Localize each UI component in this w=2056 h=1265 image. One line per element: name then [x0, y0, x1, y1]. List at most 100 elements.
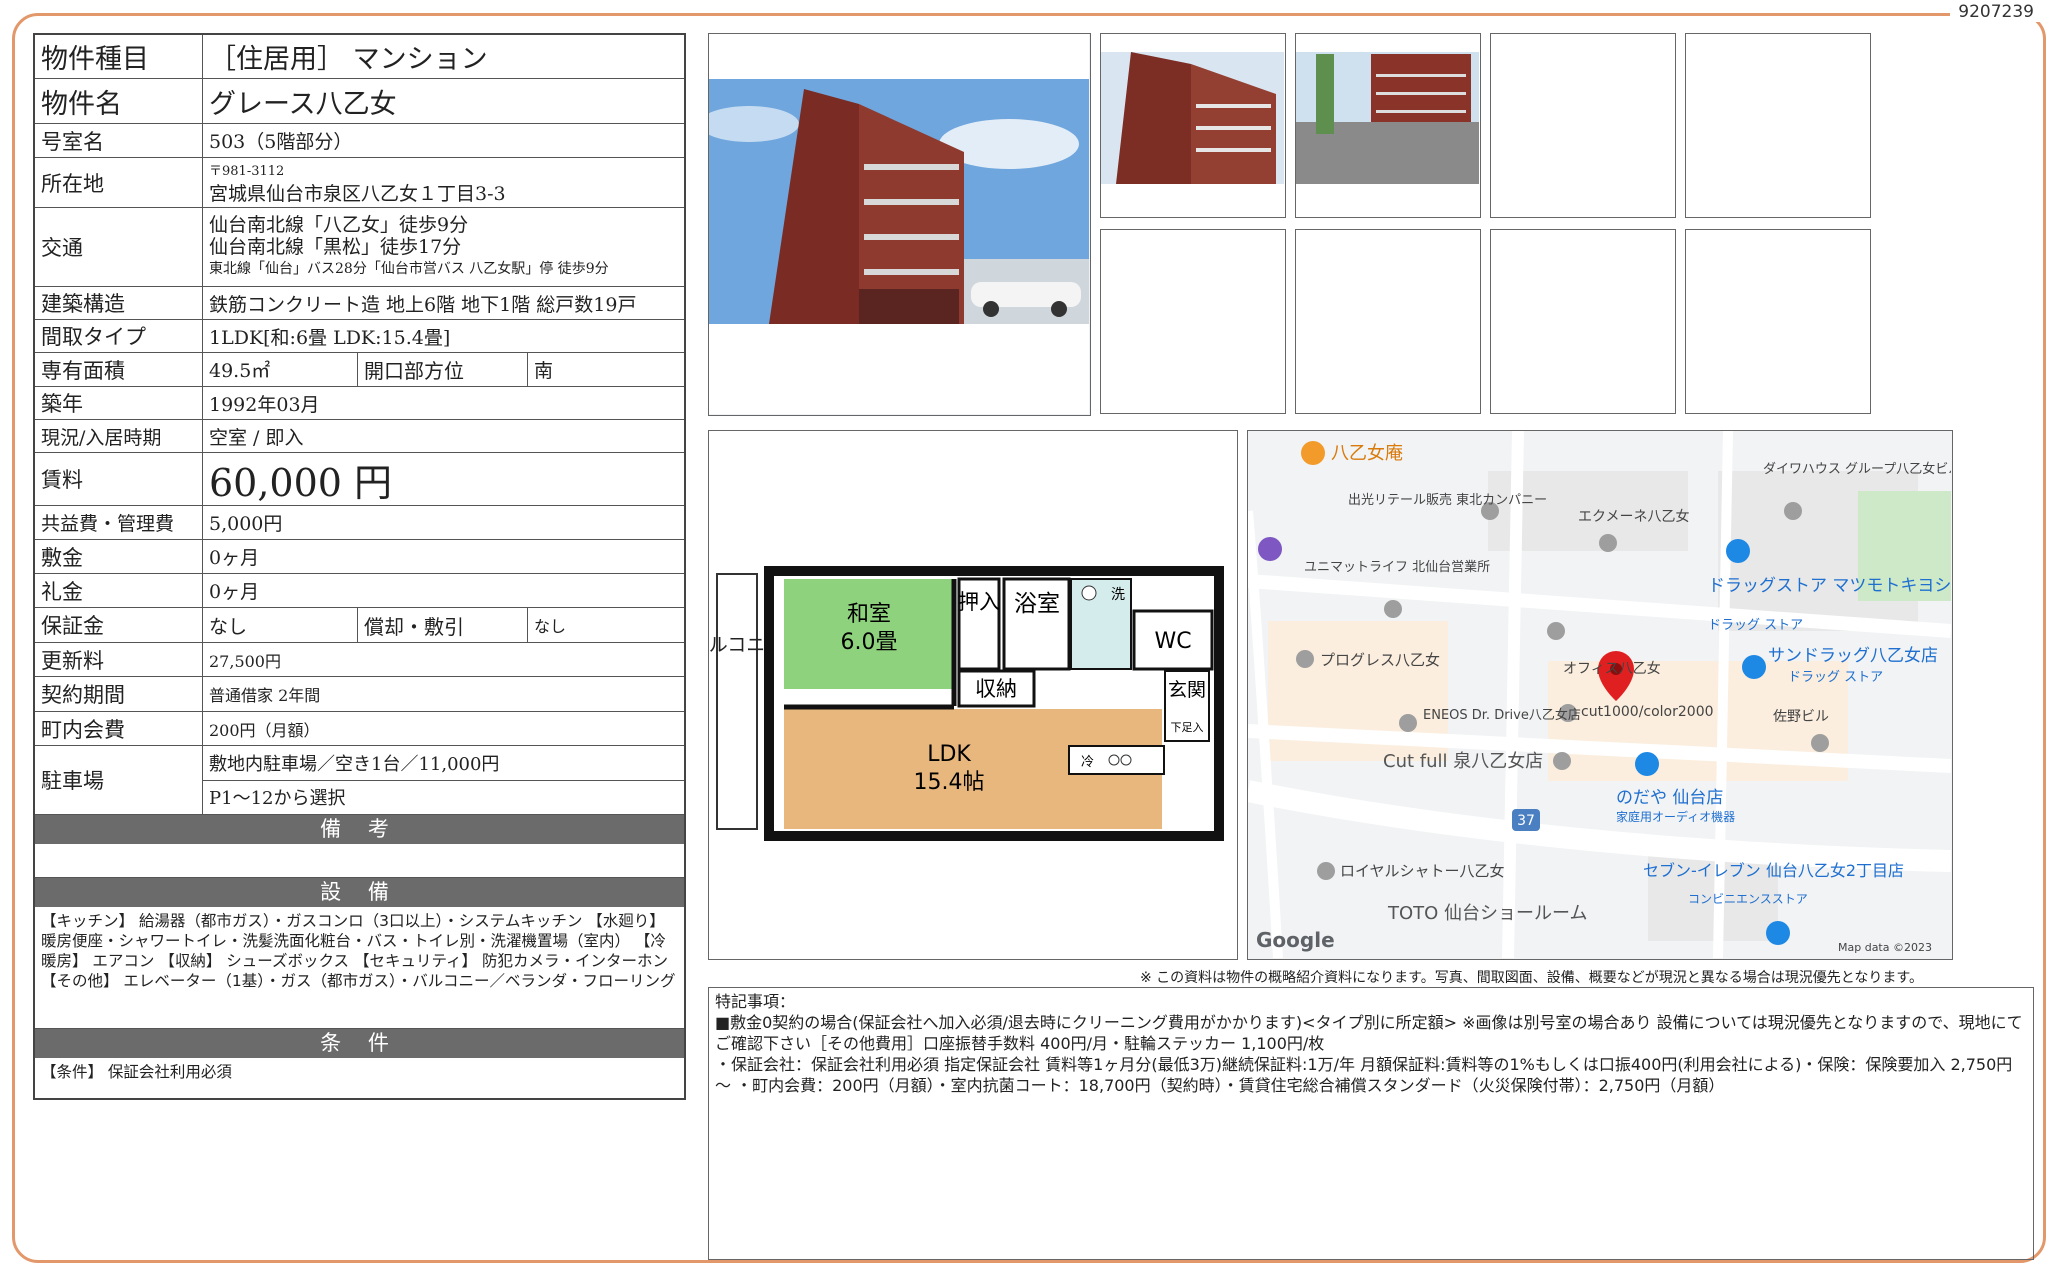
map-label: 佐野ビル — [1773, 709, 1829, 725]
spec-row-area: 専有面積 49.5㎡ 開口部方位 南 — [35, 353, 684, 387]
floor-plan-drawing: バルコニー 和室 6.0畳 押入 浴室 洗 WC 収納 玄関 下足入 LDK 1… — [709, 431, 1236, 958]
spec-label: 物件種目 — [35, 35, 203, 78]
spec-row-structure: 建築構造 鉄筋コンクリート造 地上6階 地下1階 総戸数19戸 — [35, 287, 684, 320]
spec-label: 建築構造 — [35, 287, 203, 319]
shoebox-label: 下足入 — [1171, 721, 1204, 734]
photo-slot-empty — [1685, 33, 1871, 218]
spec-sublabel: 開口部方位 — [358, 353, 528, 386]
washitsu-label: 和室 — [847, 602, 891, 627]
spec-label: 共益費・管理費 — [35, 506, 203, 539]
map-label: TOTO 仙台ショールーム — [1387, 903, 1588, 924]
spec-row-fee: 共益費・管理費 5,000円 — [35, 506, 684, 540]
document-id: 9207239 — [1950, 2, 2042, 22]
disclaimer-text: ※ この資料は物件の概略紹介資料になります。写真、間取図面、設備、概要などが現況… — [1140, 970, 1923, 986]
spec-row-room: 号室名 503（5階部分） — [35, 124, 684, 158]
wc-label: WC — [1154, 629, 1191, 654]
special-notes: 特記事項： ■敷金0契約の場合(保証会社へ加入必須/退去時にクリーニング費用がか… — [708, 987, 2034, 1260]
spec-value: 仙台南北線「八乙女」徒歩9分 仙台南北線「黒松」徒歩17分 東北線「仙台」バス2… — [203, 208, 684, 286]
equipment-header: 設 備 — [35, 878, 684, 907]
ldk-label: LDK — [927, 742, 971, 767]
spec-label: 駐車場 — [35, 746, 203, 814]
oshiire-label: 押入 — [958, 590, 1000, 614]
spec-label: 築年 — [35, 387, 203, 419]
ldk-size: 15.4帖 — [914, 770, 985, 795]
map-label: 家庭用オーディオ機器 — [1616, 809, 1735, 824]
spec-label: 町内会費 — [35, 712, 203, 745]
parking-values: 敷地内駐車場／空き1台／11,000円 P1～12から選択 — [203, 746, 684, 814]
spec-value: 空室 / 即入 — [209, 426, 304, 449]
spec-row-guarantee: 保証金 なし 償却・敷引 なし — [35, 608, 684, 643]
spec-value: 503（5階部分） — [209, 131, 353, 153]
zip-code: 〒981-3112 — [209, 163, 285, 179]
map-label: ドラッグ ストア — [1788, 670, 1883, 685]
map-label: プログレス八乙女 — [1320, 651, 1440, 669]
spec-label: 更新料 — [35, 643, 203, 676]
washitsu-size: 6.0畳 — [841, 630, 898, 655]
spec-row-type: 物件種目 ［住居用］ マンション — [35, 35, 684, 79]
rent-value: 60,000 円 — [209, 460, 393, 505]
map-label: ロイヤルシャトー八乙女 — [1340, 862, 1505, 880]
spec-value: 普通借家 2年間 — [209, 686, 321, 705]
map-label: 八乙女庵 — [1331, 443, 1403, 464]
spec-value: 鉄筋コンクリート造 地上6階 地下1階 総戸数19戸 — [209, 293, 637, 316]
storage-label: 収納 — [975, 677, 1017, 701]
spec-row-address: 所在地 〒981-3112 宮城県仙台市泉区八乙女１丁目3-3 — [35, 158, 684, 208]
spec-row-rent: 賃料 60,000 円 — [35, 453, 684, 506]
area-map[interactable]: 37 八乙女庵 出光リテール販売 東北カンパニー エクメーネ八乙女 ダイワハウス… — [1247, 430, 1953, 960]
spec-row-key-money: 礼金 0ヶ月 — [35, 574, 684, 608]
spec-row-built: 築年 1992年03月 — [35, 387, 684, 420]
spec-value: 〒981-3112 宮城県仙台市泉区八乙女１丁目3-3 — [203, 158, 684, 207]
spec-value: 0ヶ月 — [209, 581, 260, 603]
access-line: 東北線「仙台」バス28分「仙台市営バス 八乙女駅」停 徒歩9分 — [209, 261, 609, 277]
spec-value: 200円（月額） — [209, 720, 320, 740]
spec-label: 物件名 — [35, 79, 203, 123]
photo-slot-empty — [1685, 229, 1871, 414]
map-label: コンビニエンスストア — [1688, 892, 1808, 906]
spec-value: ［住居用］ マンション — [209, 44, 488, 75]
spec-row-deposit: 敷金 0ヶ月 — [35, 540, 684, 574]
spec-label: 保証金 — [35, 608, 203, 642]
building-photo-thumb — [1100, 33, 1286, 218]
spec-value: 1992年03月 — [209, 393, 320, 416]
floor-plan: バルコニー 和室 6.0畳 押入 浴室 洗 WC 収納 玄関 下足入 LDK 1… — [708, 430, 1238, 960]
spec-label: 契約期間 — [35, 677, 203, 711]
fridge-label: 冷 — [1081, 755, 1094, 770]
photo-slot-empty — [1295, 229, 1481, 414]
map-label: エクメーネ八乙女 — [1578, 508, 1689, 525]
route-badge: 37 — [1517, 813, 1535, 829]
bath-label: 浴室 — [1014, 591, 1060, 617]
map-label: サンドラッグ八乙女店 — [1768, 646, 1938, 666]
spec-row-contract: 契約期間 普通借家 2年間 — [35, 677, 684, 712]
conditions-text: 【条件】 保証会社利用必須 — [41, 1063, 232, 1081]
spec-value: 49.5㎡ — [203, 353, 358, 386]
spec-value: グレース八乙女 — [209, 88, 397, 120]
map-label: 出光リテール販売 東北カンパニー — [1348, 492, 1547, 508]
spec-row-community: 町内会費 200円（月額） — [35, 712, 684, 746]
entrance-label: 玄関 — [1168, 679, 1206, 701]
spec-row-renewal: 更新料 27,500円 — [35, 643, 684, 677]
spec-label: 現況/入居時期 — [35, 420, 203, 452]
map-label: セブン-イレブン 仙台八乙女2丁目店 — [1643, 861, 1904, 880]
address-text: 宮城県仙台市泉区八乙女１丁目3-3 — [209, 182, 506, 205]
map-label: ダイワハウス グループ八乙女ビル — [1763, 461, 1951, 477]
spec-sublabel: 償却・敷引 — [358, 608, 528, 642]
spec-label: 交通 — [35, 208, 203, 286]
spec-label: 賃料 — [35, 453, 203, 505]
spec-value: 南 — [534, 360, 554, 382]
notes-line: ・保証会社：保証会社利用必須 指定保証会社 賃料等1ヶ月分(最低3万)継続保証料… — [715, 1055, 2013, 1095]
spec-value: 5,000円 — [209, 513, 283, 535]
parking-photo-thumb — [1295, 33, 1481, 218]
wash-label: 洗 — [1111, 587, 1125, 603]
spec-label: 所在地 — [35, 158, 203, 207]
spec-value: 1LDK[和:6畳 LDK:15.4畳] — [209, 326, 451, 349]
spec-row-layout: 間取タイプ 1LDK[和:6畳 LDK:15.4畳] — [35, 320, 684, 353]
spec-value: なし — [203, 608, 358, 642]
building-thumb-illustration — [1101, 34, 1284, 216]
conditions-header: 条 件 — [35, 1029, 684, 1058]
remarks-body — [35, 844, 684, 878]
spec-label: 間取タイプ — [35, 320, 203, 352]
map-attribution: Map data ©2023 — [1838, 941, 1932, 954]
spec-row-status: 現況/入居時期 空室 / 即入 — [35, 420, 684, 453]
spec-row-access: 交通 仙台南北線「八乙女」徒歩9分 仙台南北線「黒松」徒歩17分 東北線「仙台」… — [35, 208, 684, 287]
access-line: 仙台南北線「八乙女」徒歩9分 — [209, 214, 469, 236]
